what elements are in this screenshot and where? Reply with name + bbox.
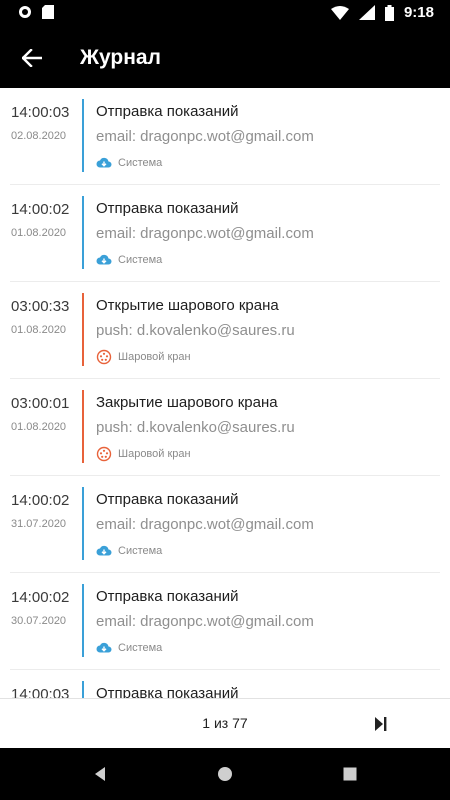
entry-source-label: Шаровой кран (118, 351, 191, 363)
nav-home-icon[interactable] (215, 764, 235, 784)
entry-title: Отправка показаний (96, 103, 239, 120)
entry-recipient: email: dragonpc.wot@gmail.com (96, 516, 314, 533)
arrow-back-icon (22, 49, 42, 67)
last-page-icon (375, 717, 387, 731)
wifi-icon (330, 5, 349, 20)
entry-accent-bar (82, 681, 84, 698)
status-bar: 9:18 (0, 0, 450, 28)
signal-icon (358, 5, 375, 20)
log-entry[interactable]: 14:00:02 31.07.2020 Отправка показаний e… (10, 476, 440, 573)
entry-accent-bar (82, 487, 84, 560)
log-entry[interactable]: 14:00:03 Отправка показаний (10, 670, 440, 698)
entry-date: 31.07.2020 (11, 518, 67, 530)
event-log-list[interactable]: 14:00:03 02.08.2020 Отправка показаний e… (0, 88, 450, 698)
entry-time: 14:00:02 (11, 589, 70, 606)
entry-source-label: Система (118, 642, 163, 654)
entry-source: Система (96, 155, 162, 171)
log-entry[interactable]: 03:00:01 01.08.2020 Закрытие шарового кр… (10, 379, 440, 476)
entry-recipient: push: d.kovalenko@saures.ru (96, 419, 295, 436)
last-page-button[interactable] (368, 712, 392, 736)
cloud-download-icon (96, 254, 112, 265)
entry-title: Закрытие шарового крана (96, 394, 278, 411)
cloud-download-icon (96, 545, 112, 556)
battery-icon (384, 4, 394, 21)
entry-accent-bar (82, 293, 84, 366)
app-bar: Журнал (0, 28, 450, 88)
entry-title: Отправка показаний (96, 491, 239, 508)
notification-dot-icon (19, 6, 31, 18)
cloud-download-icon (96, 642, 112, 653)
entry-title: Отправка показаний (96, 200, 239, 217)
entry-time: 14:00:02 (11, 492, 70, 509)
page-title: Журнал (80, 46, 161, 69)
entry-accent-bar (82, 390, 84, 463)
ball-valve-icon (96, 446, 112, 462)
back-button[interactable] (2, 28, 62, 88)
entry-source-label: Система (118, 254, 163, 266)
entry-source: Шаровой кран (96, 446, 191, 462)
entry-title: Отправка показаний (96, 685, 239, 698)
entry-accent-bar (82, 99, 84, 172)
entry-date: 02.08.2020 (11, 130, 67, 142)
entry-recipient: email: dragonpc.wot@gmail.com (96, 128, 314, 145)
entry-source: Система (96, 252, 162, 268)
entry-time: 03:00:33 (11, 298, 70, 315)
nav-back-icon[interactable] (90, 764, 110, 784)
entry-date: 01.08.2020 (11, 227, 67, 239)
entry-date: 01.08.2020 (11, 324, 67, 336)
entry-date: 01.08.2020 (11, 421, 67, 433)
entry-time: 03:00:01 (11, 395, 70, 412)
log-entry[interactable]: 14:00:03 02.08.2020 Отправка показаний e… (10, 88, 440, 185)
entry-source-label: Система (118, 157, 163, 169)
system-nav-bar (0, 748, 450, 800)
entry-accent-bar (82, 196, 84, 269)
entry-recipient: push: d.kovalenko@saures.ru (96, 322, 295, 339)
entry-title: Открытие шарового крана (96, 297, 279, 314)
entry-time: 14:00:02 (11, 201, 70, 218)
log-entry[interactable]: 03:00:33 01.08.2020 Открытие шарового кр… (10, 282, 440, 379)
entry-recipient: email: dragonpc.wot@gmail.com (96, 225, 314, 242)
entry-source: Шаровой кран (96, 349, 191, 365)
entry-recipient: email: dragonpc.wot@gmail.com (96, 613, 314, 630)
entry-title: Отправка показаний (96, 588, 239, 605)
entry-time: 14:00:03 (11, 104, 70, 121)
pagination-bar: 1 из 77 (0, 698, 450, 748)
sd-card-icon (42, 5, 54, 19)
entry-source-label: Система (118, 545, 163, 557)
status-clock: 9:18 (403, 4, 434, 21)
entry-source: Система (96, 543, 162, 559)
entry-source-label: Шаровой кран (118, 448, 191, 460)
entry-date: 30.07.2020 (11, 615, 67, 627)
log-entry[interactable]: 14:00:02 30.07.2020 Отправка показаний e… (10, 573, 440, 670)
entry-time: 14:00:03 (11, 686, 70, 698)
cloud-download-icon (96, 157, 112, 168)
ball-valve-icon (96, 349, 112, 365)
nav-recents-icon[interactable] (340, 764, 360, 784)
entry-accent-bar (82, 584, 84, 657)
entry-source: Система (96, 640, 162, 656)
log-entry[interactable]: 14:00:02 01.08.2020 Отправка показаний e… (10, 185, 440, 282)
